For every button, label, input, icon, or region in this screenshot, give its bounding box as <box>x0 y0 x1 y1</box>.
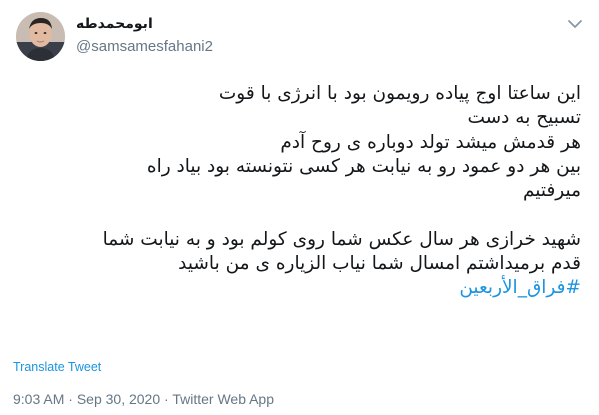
tweet-line: قدم برمیداشتم امسال شما نیاب الزیاره ی م… <box>178 253 581 275</box>
chevron-down-icon[interactable] <box>566 16 584 30</box>
translate-tweet-link[interactable]: Translate Tweet <box>13 360 101 374</box>
tweet-line: میرفتیم <box>522 180 581 202</box>
meta-separator: · <box>68 391 73 407</box>
tweet-line: شهید خرازی هر سال عکس شما روی کولم بود و… <box>102 228 581 250</box>
tweet-line: تسبیح به دست <box>467 107 582 129</box>
tweet-line: بین هر دو عمود رو به نیابت هر کسی نتونست… <box>146 155 581 177</box>
tweet-time[interactable]: 9:03 AM <box>13 391 64 407</box>
meta-separator: · <box>164 391 169 407</box>
tweet-line: هر قدمش میشد تولد دوباره ی روح آدم <box>280 131 581 153</box>
hashtag-link[interactable]: #فراق_الأربعین <box>459 277 581 298</box>
user-handle[interactable]: @samsamesfahani2 <box>76 38 213 55</box>
display-name[interactable]: ابومحمدطه <box>76 16 153 32</box>
tweet-text: این ساعتا اوج پیاده رویمون بود با انرژی … <box>21 82 581 301</box>
tweet-meta: 9:03 AM · Sep 30, 2020 · Twitter Web App <box>13 391 274 407</box>
tweet-date[interactable]: Sep 30, 2020 <box>77 391 160 407</box>
avatar[interactable] <box>16 12 65 61</box>
tweet-line: این ساعتا اوج پیاده رویمون بود با انرژی … <box>218 83 581 104</box>
avatar-photo <box>16 12 65 61</box>
tweet-card: ابومحمدطه @samsamesfahani2 این ساعتا اوج… <box>0 0 599 415</box>
tweet-source: Twitter Web App <box>172 391 275 407</box>
